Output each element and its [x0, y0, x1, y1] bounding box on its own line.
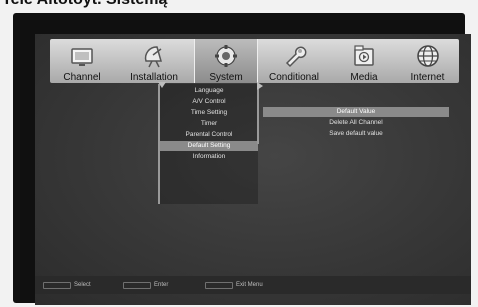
tab-conditional[interactable]: Conditional — [256, 39, 332, 83]
hint-label: Enter — [154, 282, 169, 288]
tv-icon — [67, 41, 97, 71]
wrench-icon — [279, 41, 309, 71]
satellite-dish-icon — [139, 41, 169, 71]
tv-bezel: Channel Installation System Conditional … — [13, 13, 471, 305]
menu-item-av-control[interactable]: A/V Control — [160, 97, 258, 107]
main-menu-bar: Channel Installation System Conditional … — [50, 39, 459, 83]
menu-item-default-setting[interactable]: Default Setting — [160, 141, 258, 151]
key-icon — [205, 281, 233, 289]
tab-installation[interactable]: Installation — [114, 39, 194, 83]
tab-label: System — [209, 72, 243, 83]
globe-icon — [413, 41, 443, 71]
page-heading: Tele Altotoyt. Sistemą — [2, 0, 167, 9]
tab-label: Media — [350, 72, 378, 83]
menu-item-parental-control[interactable]: Parental Control — [160, 130, 258, 140]
hint-select: Select — [43, 281, 91, 289]
menu-item-language[interactable]: Language — [160, 86, 258, 96]
option-save-default-value[interactable]: Save default value — [263, 129, 449, 139]
tab-system[interactable]: System — [194, 39, 258, 83]
menu-item-time-setting[interactable]: Time Setting — [160, 108, 258, 118]
menu-item-information[interactable]: Information — [160, 152, 258, 162]
hint-enter: Enter — [123, 281, 168, 289]
hint-exit-menu: Exit Menu — [205, 281, 263, 289]
system-submenu: Language A/V Control Time Setting Timer … — [158, 82, 258, 204]
option-default-value[interactable]: Default Value — [263, 107, 449, 117]
hint-bar: Select Enter Exit Menu — [35, 276, 471, 294]
default-setting-panel: Default Value Delete All Channel Save de… — [257, 82, 459, 144]
option-delete-all-channel[interactable]: Delete All Channel — [263, 118, 449, 128]
key-icon — [43, 281, 71, 289]
photo-page: Tele Altotoyt. Sistemą Channel — [0, 0, 478, 307]
tab-label: Internet — [410, 72, 445, 83]
tab-channel[interactable]: Channel — [50, 39, 114, 83]
key-icon — [123, 281, 151, 289]
media-icon — [349, 41, 379, 71]
panel-arrow-icon — [257, 82, 263, 90]
gear-icon — [211, 41, 241, 71]
hint-label: Exit Menu — [236, 282, 263, 288]
menu-item-timer[interactable]: Timer — [160, 119, 258, 129]
tab-label: Conditional — [268, 72, 320, 83]
tab-label: Channel — [63, 72, 101, 83]
tab-media[interactable]: Media — [332, 39, 396, 83]
tab-label: Installation — [130, 72, 178, 83]
tab-internet[interactable]: Internet — [396, 39, 459, 83]
hint-label: Select — [74, 282, 91, 288]
tv-screen: Channel Installation System Conditional … — [35, 34, 471, 305]
